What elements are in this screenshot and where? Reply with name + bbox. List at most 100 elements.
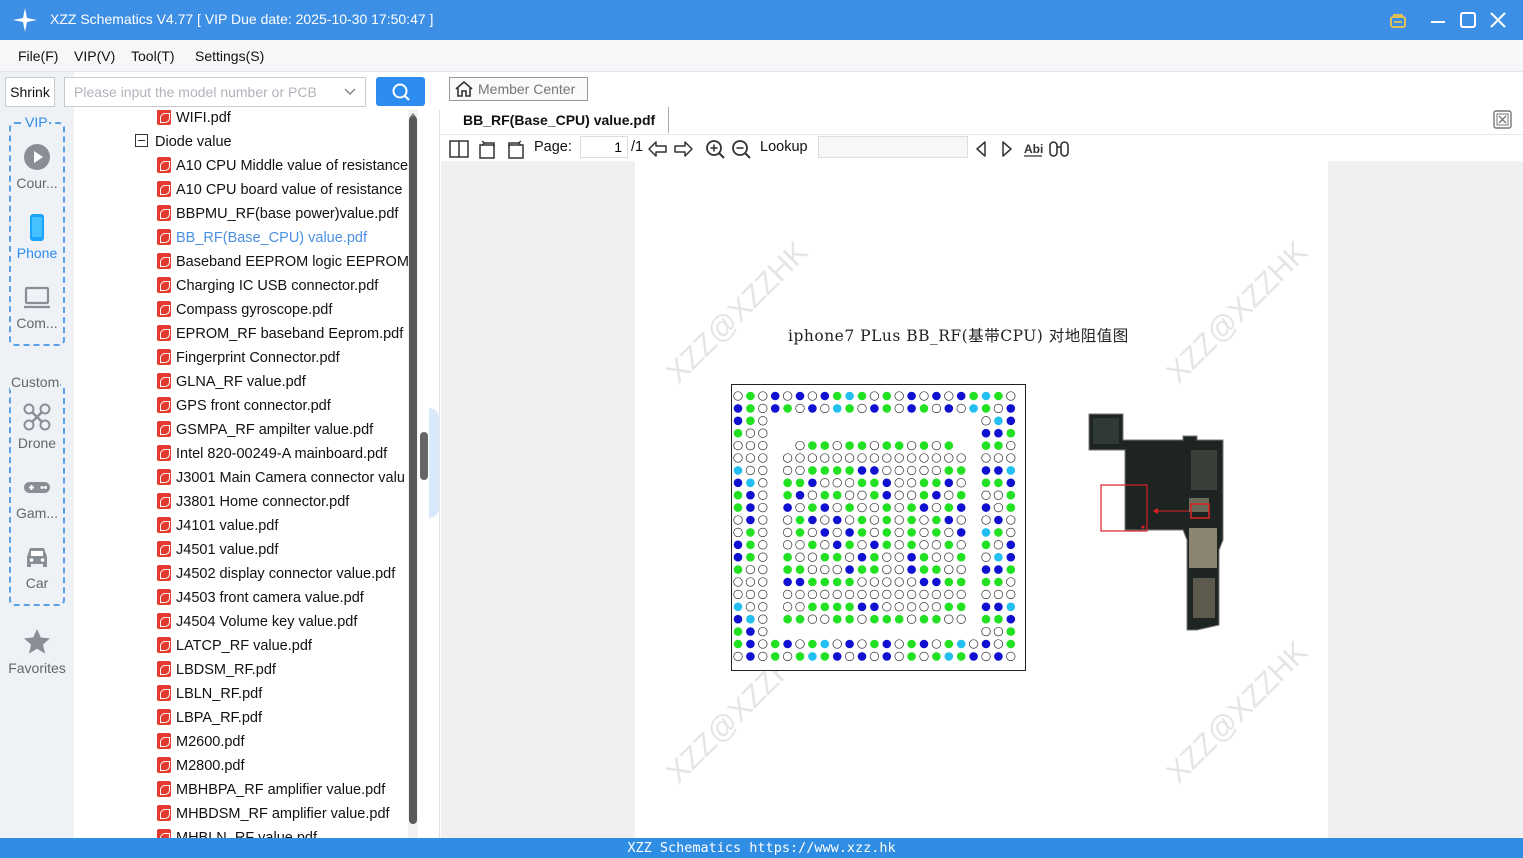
bga-ball [733, 466, 743, 475]
document-tab[interactable]: BB_RF(Base_CPU) value.pdf [449, 107, 669, 133]
bga-ball [807, 391, 818, 401]
tree-file-wifi[interactable]: WIFI.pdf [157, 110, 231, 130]
tree-file-item[interactable]: J3001 Main Camera connector valu [157, 466, 405, 490]
prev-page-icon[interactable] [647, 138, 669, 160]
tree-file-item[interactable]: A10 CPU Middle value of resistance [157, 154, 408, 178]
bga-ball [820, 528, 830, 537]
nav-car[interactable]: Car [2, 543, 72, 591]
menu-tool[interactable]: Tool(T) [131, 48, 175, 64]
tree-file-item[interactable]: Charging IC USB connector.pdf [157, 274, 378, 298]
nav-drone[interactable]: Drone [2, 403, 72, 451]
tree-file-item[interactable]: Baseband EEPROM logic EEPROM. [157, 250, 408, 274]
tree-file-item[interactable]: LBDSM_RF.pdf [157, 658, 276, 682]
pdf-icon [157, 229, 171, 245]
shrink-button[interactable]: Shrink [5, 77, 55, 107]
bga-ball [844, 589, 855, 600]
nav-favorites[interactable]: Favorites [2, 628, 72, 676]
tree-file-item[interactable]: J3801 Home connector.pdf [157, 490, 349, 514]
scrollbar-thumb[interactable] [409, 116, 417, 824]
bga-ball [944, 652, 954, 661]
bga-ball [981, 602, 991, 612]
tree-file-item[interactable]: BBPMU_RF(base power)value.pdf [157, 202, 398, 226]
bga-ball [981, 453, 991, 463]
tree-file-item[interactable]: M2600.pdf [157, 730, 245, 754]
find-next-icon[interactable] [996, 138, 1018, 160]
bga-ball [894, 502, 904, 513]
tree-file-item[interactable]: MHBDSM_RF amplifier value.pdf [157, 802, 390, 826]
rotate-right-icon[interactable] [504, 138, 526, 160]
find-all-icon[interactable] [1048, 138, 1070, 160]
bga-ball [832, 589, 842, 600]
nav-game[interactable]: Gam... [2, 473, 72, 521]
tree-file-item[interactable]: GLNA_RF value.pdf [157, 370, 306, 394]
tree-file-item[interactable]: MHBLN_RF value.pdf [157, 826, 317, 838]
splitter-grip[interactable] [420, 432, 428, 480]
find-prev-icon[interactable] [970, 138, 992, 160]
tree-file-item[interactable]: Intel 820-00249-A mainboard.pdf [157, 442, 387, 466]
nav-course[interactable]: Cour... [2, 143, 72, 191]
bga-ball [745, 564, 756, 575]
zoom-in-icon[interactable] [704, 138, 726, 160]
bga-ball [882, 404, 892, 413]
bga-ball [1006, 515, 1016, 525]
close-tabs-icon[interactable] [1493, 110, 1512, 129]
bga-ball [944, 404, 954, 413]
tree-folder-diode-value[interactable]: Diode value [135, 130, 232, 154]
panel-splitter[interactable] [418, 110, 440, 838]
tree-file-item[interactable]: M2800.pdf [157, 754, 245, 778]
tree-file-item[interactable]: GSMPA_RF ampilter value.pdf [157, 418, 373, 442]
bga-ball [919, 515, 929, 525]
nav-phone[interactable]: Phone [2, 213, 72, 261]
tree-file-item[interactable]: LBPA_RF.pdf [157, 706, 262, 730]
tree-file-item[interactable]: A10 CPU board value of resistance [157, 178, 403, 202]
bga-ball [1006, 478, 1016, 488]
tree-file-item[interactable]: LATCP_RF value.pdf [157, 634, 312, 658]
tree-file-item[interactable]: LBLN_RF.pdf [157, 682, 262, 706]
bga-ball [733, 503, 743, 512]
search-input[interactable]: Please input the model number or PCB [64, 77, 366, 107]
maximize-button[interactable] [1456, 8, 1480, 32]
tree-file-item[interactable]: J4503 front camera value.pdf [157, 586, 364, 610]
tree-file-item[interactable]: J4502 display connector value.pdf [157, 562, 395, 586]
menu-file[interactable]: File(F) [18, 48, 58, 64]
page-number-input[interactable]: 1 [580, 136, 628, 158]
bga-ball [956, 602, 966, 612]
tree-file-item[interactable]: EPROM_RF baseband Eeprom.pdf [157, 322, 403, 346]
sidebar-toggle-icon[interactable] [448, 138, 470, 160]
minimize-button[interactable] [1426, 8, 1450, 32]
tree-file-item[interactable]: J4501 value.pdf [157, 538, 278, 562]
search-button[interactable] [376, 77, 425, 106]
member-center-button[interactable]: Member Center [449, 77, 588, 101]
bga-ball [746, 639, 755, 649]
tree-file-item[interactable]: Compass gyroscope.pdf [157, 298, 332, 322]
zoom-out-icon[interactable] [730, 138, 752, 160]
bga-ball [894, 614, 904, 624]
tree-file-item[interactable]: MBHBPA_RF amplifier value.pdf [157, 778, 385, 802]
lookup-input[interactable] [818, 136, 968, 158]
tree-file-item[interactable]: Fingerprint Connector.pdf [157, 346, 340, 370]
bga-ball [782, 540, 793, 550]
bga-ball [906, 614, 917, 624]
rotate-left-icon[interactable] [477, 138, 499, 160]
tree-file-item[interactable]: J4101 value.pdf [157, 514, 278, 538]
bga-ball [733, 391, 743, 401]
close-button[interactable] [1486, 8, 1510, 32]
bga-ball [1006, 651, 1016, 662]
collapse-panel-tab[interactable] [429, 408, 439, 518]
tree-scrollbar[interactable] [408, 110, 418, 838]
bga-ball [782, 391, 793, 401]
bga-ball [894, 403, 904, 414]
bga-ball [944, 391, 954, 401]
chevron-down-icon[interactable] [343, 85, 357, 99]
nav-computer[interactable]: Com... [2, 283, 72, 331]
match-case-icon[interactable]: Abi [1022, 138, 1044, 160]
tree-file-item[interactable]: J4504 Volume key value.pdf [157, 610, 357, 634]
tree-file-item[interactable]: GPS front connector.pdf [157, 394, 331, 418]
menu-settings[interactable]: Settings(S) [195, 48, 264, 64]
menu-vip[interactable]: VIP(V) [74, 48, 115, 64]
collapse-icon[interactable] [135, 134, 148, 147]
next-page-icon[interactable] [672, 138, 694, 160]
bga-ball [745, 465, 756, 476]
lock-button[interactable] [1386, 8, 1410, 32]
tree-file-item[interactable]: BB_RF(Base_CPU) value.pdf [157, 226, 367, 250]
